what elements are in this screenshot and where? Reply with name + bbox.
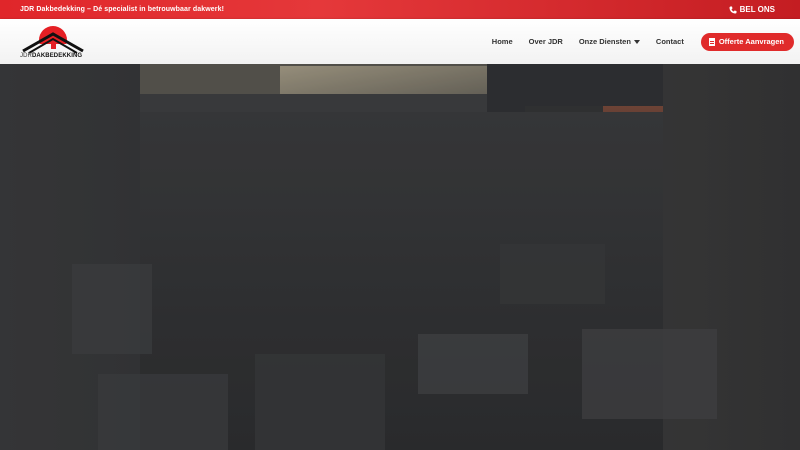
logo-wordmark: JDRDAKBEDEKKING [20, 52, 83, 59]
logo-sun-roof-icon [20, 25, 86, 54]
site-logo[interactable]: JDRDAKBEDEKKING [20, 22, 86, 62]
request-quote-button[interactable]: Offerte Aanvragen [700, 32, 794, 51]
caret-down-icon [633, 39, 640, 44]
phone-icon [729, 6, 737, 13]
nav-item-home[interactable]: Home [492, 37, 513, 46]
main-navigation: Home Over JDR Onze Diensten Contact Offe… [484, 32, 794, 51]
nav-item-onze-diensten-label: Onze Diensten [578, 37, 631, 46]
nav-item-over-jdr[interactable]: Over JDR [529, 37, 563, 46]
call-us-link[interactable]: BEL ONS [729, 5, 775, 14]
site-header: JDRDAKBEDEKKING Home Over JDR Onze Diens… [0, 19, 800, 64]
call-us-label: BEL ONS [739, 5, 775, 14]
hero-roof-image [0, 64, 800, 450]
document-icon [708, 37, 715, 46]
tagline: JDR Dakbedekking – Dé specialist in betr… [20, 6, 225, 13]
top-bar: JDR Dakbedekking – Dé specialist in betr… [0, 0, 800, 19]
request-quote-label: Offerte Aanvragen [718, 37, 784, 46]
nav-item-onze-diensten[interactable]: Onze Diensten [579, 37, 640, 46]
nav-item-contact[interactable]: Contact [656, 37, 684, 46]
